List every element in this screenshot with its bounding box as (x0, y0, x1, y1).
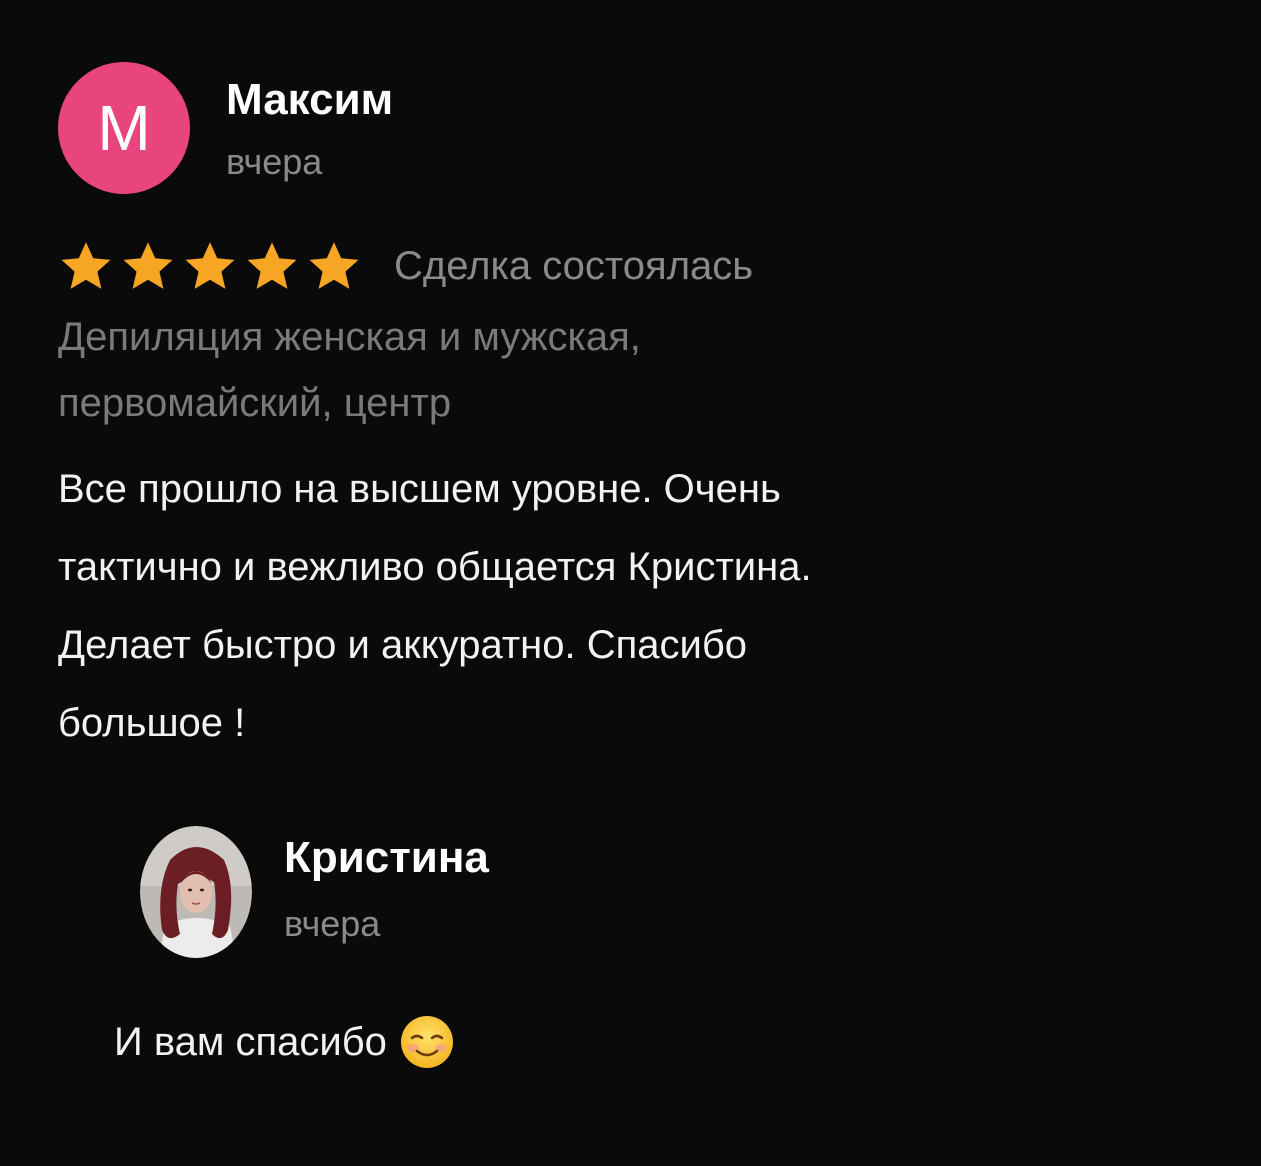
review-text-line: большое ! (58, 701, 246, 745)
star-icon (309, 242, 359, 289)
reply-author-info: Кристина вчера (284, 832, 489, 946)
star-icon (123, 242, 173, 289)
service-line: Депиляция женская и мужская, (58, 315, 641, 359)
author-name[interactable]: Кристина (284, 832, 489, 884)
star-rating (58, 238, 368, 294)
review-text-line: Все прошло на высшем уровне. Очень (58, 467, 781, 511)
avatar[interactable]: М (58, 62, 190, 194)
author-name[interactable]: Максим (226, 74, 393, 126)
reply-author-row: Кристина вчера (140, 826, 1140, 958)
service-line: первомайский, центр (58, 381, 452, 425)
avatar[interactable] (140, 826, 252, 958)
deal-status: Сделка состоялась (394, 244, 754, 288)
review-text: Все прошло на высшем уровне. Очень такти… (58, 450, 1158, 762)
reply-text-row: И вам спасибо (114, 1014, 1140, 1070)
star-icon (247, 242, 297, 289)
review-card: М Максим вчера Сделка состоялась Депиляц… (58, 62, 1208, 762)
review-author-row: М Максим вчера (58, 62, 1208, 194)
reply-text: И вам спасибо (114, 1020, 387, 1064)
review-text-line: Делает быстро и аккуратно. Спасибо (58, 623, 748, 667)
service-title[interactable]: Депиляция женская и мужская, первомайски… (58, 304, 958, 436)
smiling-face-emoji-icon (400, 1016, 453, 1068)
reply-date: вчера (284, 903, 381, 944)
user-photo-icon (140, 826, 252, 958)
star-icon (61, 242, 111, 289)
review-text-line: тактично и вежливо общается Кристина. (58, 545, 812, 589)
author-info: Максим вчера (226, 74, 393, 184)
seller-reply: Кристина вчера И вам спасибо (114, 826, 1140, 1070)
review-date: вчера (226, 141, 323, 182)
rating-row: Сделка состоялась (58, 236, 1208, 296)
star-icon (185, 242, 235, 289)
